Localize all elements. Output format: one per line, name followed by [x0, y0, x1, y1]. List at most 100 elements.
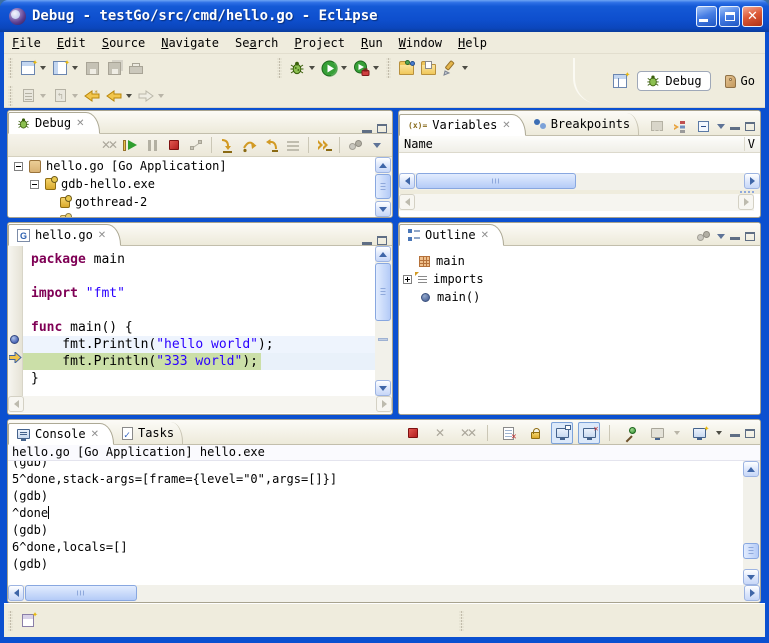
scroll-up-button[interactable] — [375, 157, 391, 173]
disconnect-button-disabled[interactable] — [185, 134, 207, 156]
pin-console-button[interactable] — [619, 422, 641, 444]
scroll-up-button[interactable] — [375, 246, 391, 262]
view-menu-icon[interactable] — [717, 234, 725, 239]
tree-row-launch[interactable]: hello.go [Go Application] — [8, 157, 392, 175]
minimize-view-icon[interactable] — [730, 232, 740, 240]
mark-occurrences-dropdown[interactable] — [462, 66, 468, 70]
save-all-button[interactable] — [103, 57, 125, 79]
console-vscrollbar[interactable] — [743, 461, 760, 585]
remove-all-launches-button-disabled[interactable]: ✕✕ — [456, 422, 478, 444]
tab-console[interactable]: Console ✕ — [8, 423, 114, 445]
scroll-right-button[interactable] — [376, 396, 392, 412]
external-tools-button[interactable] — [350, 57, 372, 79]
close-tab-icon[interactable]: ✕ — [502, 120, 510, 131]
toolbar-drag-handle[interactable] — [8, 58, 13, 78]
maximize-view-icon[interactable] — [745, 429, 755, 438]
detail-pane-hscrollbar-disabled[interactable] — [399, 194, 754, 211]
breakpoint-icon[interactable] — [10, 335, 19, 344]
scrollbar-thumb[interactable] — [375, 263, 391, 321]
drop-to-frame-button-disabled[interactable] — [282, 134, 304, 156]
scroll-down-button[interactable] — [375, 380, 391, 396]
mark-occurrences-button[interactable] — [439, 57, 461, 79]
scroll-lock-button[interactable] — [524, 422, 546, 444]
new-wizard-button[interactable]: ✦ — [17, 57, 39, 79]
new-wizard-dropdown[interactable] — [40, 66, 46, 70]
code-area[interactable]: package main import "fmt" func main() { … — [23, 246, 375, 396]
step-into-button[interactable] — [216, 134, 238, 156]
menu-file[interactable]: File — [4, 34, 49, 52]
menu-run[interactable]: Run — [353, 34, 391, 52]
console-hscrollbar[interactable] — [8, 585, 760, 602]
maximize-view-icon[interactable] — [377, 236, 387, 245]
scrollbar-thumb[interactable] — [375, 174, 391, 199]
minimize-view-icon[interactable] — [730, 429, 740, 437]
maximize-window-button[interactable] — [719, 6, 740, 27]
tab-debug[interactable]: Debug ✕ — [8, 112, 100, 134]
minimize-view-icon[interactable] — [362, 237, 372, 245]
open-perspective-button[interactable]: ✦ — [609, 70, 631, 92]
new-project-button[interactable]: ✦ — [49, 57, 71, 79]
toolbar-drag-handle[interactable] — [277, 58, 282, 78]
collapse-expander-icon[interactable] — [30, 180, 39, 189]
scroll-left-button[interactable] — [8, 585, 24, 601]
back-to-last-edit-button[interactable]: * — [81, 85, 103, 107]
scroll-left-button[interactable] — [8, 396, 24, 412]
open-resource-button[interactable] — [395, 57, 417, 79]
console-output[interactable]: (gdb) 5^done,stack-args=[frame={level="0… — [8, 461, 760, 585]
menu-navigate[interactable]: Navigate — [153, 34, 227, 52]
menu-edit[interactable]: Edit — [49, 34, 94, 52]
go-into-dropdown[interactable] — [72, 94, 78, 98]
toolbar-drag-handle[interactable] — [8, 86, 13, 106]
tab-hello-go[interactable]: G hello.go ✕ — [8, 224, 121, 246]
debug-button[interactable] — [286, 57, 308, 79]
value-column-header[interactable]: V — [744, 137, 755, 151]
terminate-console-button[interactable] — [402, 422, 424, 444]
resume-button[interactable] — [119, 134, 141, 156]
close-tab-icon[interactable]: ✕ — [91, 429, 99, 440]
debug-view-menu-button[interactable] — [366, 134, 388, 156]
external-tools-dropdown[interactable] — [373, 66, 379, 70]
maximize-view-icon[interactable] — [745, 232, 755, 241]
menu-window[interactable]: Window — [391, 34, 450, 52]
outline-item-main-func[interactable]: main() — [399, 288, 760, 306]
new-project-dropdown[interactable] — [72, 66, 78, 70]
outline-item-package[interactable]: main — [399, 252, 760, 270]
menu-project[interactable]: Project — [286, 34, 353, 52]
maximize-view-icon[interactable] — [377, 124, 387, 133]
print-button[interactable] — [125, 57, 147, 79]
perspective-debug-button[interactable]: Debug — [637, 71, 710, 91]
name-column-header[interactable]: Name — [404, 137, 433, 151]
save-button[interactable] — [81, 57, 103, 79]
perspective-go-button[interactable]: Go — [717, 72, 763, 90]
editor-vscrollbar[interactable] — [375, 246, 392, 396]
outline-linked-button[interactable] — [694, 227, 712, 245]
go-into-button-disabled[interactable]: ↰ — [49, 85, 71, 107]
menu-source[interactable]: Source — [94, 34, 153, 52]
editor-hscrollbar[interactable] — [8, 396, 392, 413]
expand-expander-icon[interactable] — [403, 275, 412, 284]
minimize-view-icon[interactable] — [362, 125, 372, 133]
tab-tasks[interactable]: ✓ Tasks — [114, 422, 183, 444]
outline-item-imports[interactable]: imports — [399, 270, 760, 288]
scrollbar-thumb[interactable] — [416, 173, 576, 189]
close-tab-icon[interactable]: ✕ — [481, 230, 489, 241]
show-type-names-button-disabled[interactable] — [648, 117, 666, 135]
menu-help[interactable]: Help — [450, 34, 495, 52]
show-stdout-button-active[interactable] — [551, 422, 573, 444]
variables-hscrollbar[interactable] — [399, 173, 760, 190]
fast-view-button[interactable]: ✦ — [17, 610, 39, 632]
remove-all-terminated-button-disabled[interactable]: ✕✕ — [97, 134, 119, 156]
last-edit-location-button-disabled[interactable] — [17, 85, 39, 107]
clear-console-button[interactable]: ✕ — [497, 422, 519, 444]
scroll-right-button[interactable] — [738, 194, 754, 210]
open-file-button[interactable] — [417, 57, 439, 79]
show-logical-structure-button[interactable] — [671, 117, 689, 135]
step-return-button[interactable] — [260, 134, 282, 156]
collapse-all-button[interactable] — [694, 117, 712, 135]
back-dropdown[interactable] — [126, 94, 132, 98]
scroll-down-button[interactable] — [375, 201, 391, 217]
scroll-down-button[interactable] — [743, 569, 759, 585]
view-menu-icon[interactable] — [717, 124, 725, 129]
scroll-left-button[interactable] — [399, 173, 415, 189]
remove-launch-button-disabled[interactable]: ✕ — [429, 422, 451, 444]
